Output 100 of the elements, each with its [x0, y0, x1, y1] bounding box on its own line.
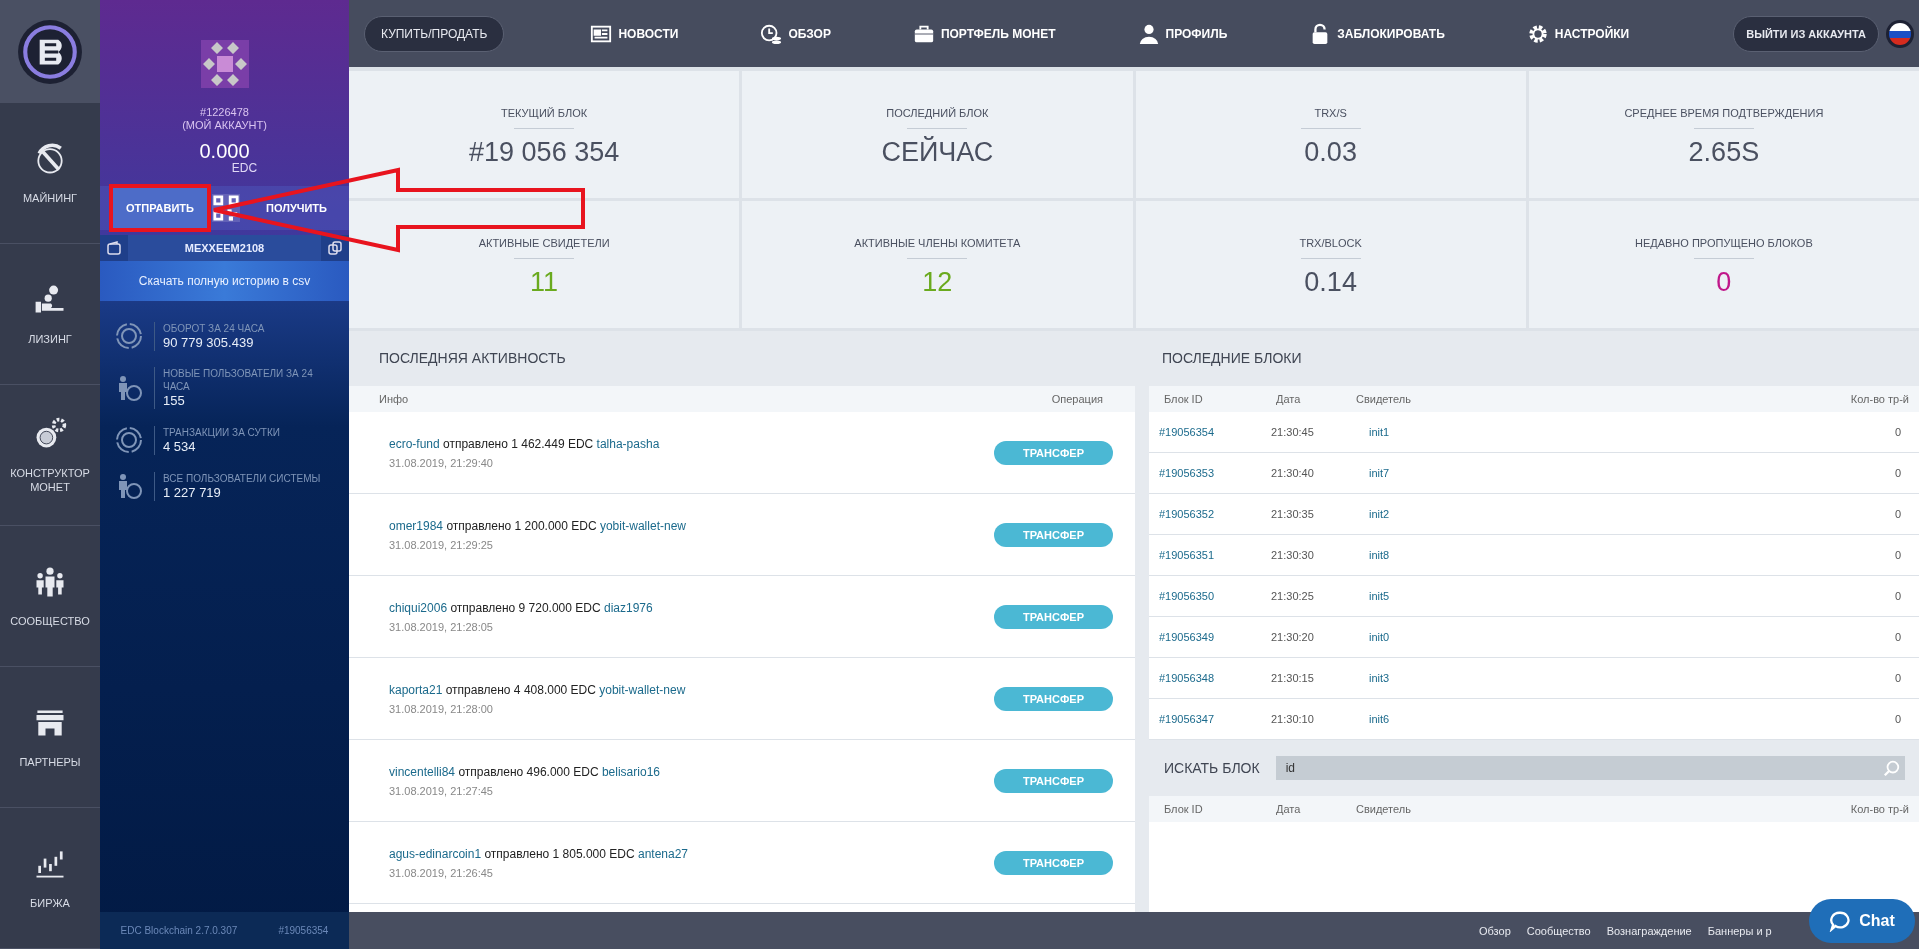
wallet-icon[interactable]: [106, 240, 122, 256]
timestamp: 31.08.2019, 21:28:00: [389, 702, 494, 715]
operation-tag: ТРАНСФЕР: [994, 440, 1113, 465]
operation-tag: ТРАНСФЕР: [994, 522, 1113, 547]
table-cell-text: 21:30:30: [1271, 549, 1315, 561]
account-link[interactable]: omer1984: [389, 518, 444, 533]
panel-title: ПОСЛЕДНЯЯ АКТИВНОСТЬ: [349, 331, 1135, 386]
top-nav-item[interactable]: НОВОСТИ: [590, 22, 679, 45]
coin-cycle-icon: [114, 321, 144, 351]
stat-value: #19 056 354: [469, 137, 620, 168]
stat-label: СРЕДНЕЕ ВРЕМЯ ПОДТВЕРЖДЕНИЯ: [1624, 107, 1824, 119]
footer-link[interactable]: Вознаграждение: [1606, 924, 1692, 937]
footer-link[interactable]: Сообщество: [1526, 924, 1591, 937]
account-link[interactable]: vincentelli84: [389, 764, 456, 779]
transfer-cycle-icon: [114, 425, 144, 455]
column-header: Кол-во тр-й: [1849, 803, 1909, 815]
witness-link[interactable]: init2: [1351, 508, 1781, 520]
stat-value: 155: [163, 393, 186, 409]
account-link[interactable]: chiqui2006: [389, 600, 448, 615]
block-link[interactable]: #19056347: [1159, 713, 1271, 725]
witness-link[interactable]: init1: [1351, 426, 1781, 438]
block-link[interactable]: #19056354: [1159, 426, 1271, 438]
account-link[interactable]: belisario16: [601, 764, 660, 779]
top-nav-item[interactable]: ЗАБЛОКИРОВАТЬ: [1309, 22, 1445, 45]
witness-link[interactable]: init5: [1351, 590, 1781, 602]
table-cell-text: 0: [1893, 590, 1901, 602]
column-header: Блок ID: [1164, 393, 1204, 405]
chat-button[interactable]: Chat: [1809, 899, 1915, 943]
block-number: #19056354: [278, 925, 329, 936]
table-cell-text: 21:30:40: [1271, 467, 1315, 479]
account-link[interactable]: yobit-wallet-new: [599, 682, 686, 697]
table-cell-text: 21:30:25: [1271, 590, 1315, 602]
witness-link[interactable]: init6: [1351, 713, 1781, 725]
table-cell-text: 0: [1893, 713, 1901, 725]
settings-icon: [1526, 22, 1549, 45]
block-link[interactable]: #19056349: [1159, 631, 1271, 643]
block-link[interactable]: #19056348: [1159, 672, 1271, 684]
version-text: EDC Blockchain 2.7.0.307: [120, 925, 238, 936]
receive-button[interactable]: ПОЛУЧИТЬ: [244, 186, 349, 230]
block-link[interactable]: #19056350: [1159, 590, 1271, 602]
search-field[interactable]: id: [1275, 756, 1905, 780]
top-nav-item[interactable]: ПОРТФЕЛЬ МОНЕТ: [912, 22, 1056, 45]
stat-label: TRX/S: [1314, 107, 1347, 119]
table-cell-text: 0: [1893, 508, 1901, 520]
download-link[interactable]: Скачать полную историю в csv: [100, 261, 349, 301]
witness-link[interactable]: init0: [1351, 631, 1781, 643]
timestamp: 31.08.2019, 21:28:05: [389, 620, 494, 633]
stat-value: 90 779 305.439: [163, 334, 255, 351]
footer-link[interactable]: Баннеры и р: [1707, 924, 1772, 937]
stat-label: TRX/BLOCK: [1299, 237, 1362, 249]
search-title: ИСКАТЬ БЛОК: [1164, 760, 1260, 776]
account-link[interactable]: ecro-fund: [389, 436, 440, 451]
top-nav-item[interactable]: НАСТРОЙКИ: [1526, 22, 1630, 45]
stat-value: 0.14: [1304, 267, 1357, 298]
account-link[interactable]: kaporta21: [389, 682, 443, 697]
top-nav-item[interactable]: ОБЗОР: [760, 22, 831, 45]
stat-value: 2.65S: [1688, 137, 1760, 168]
balance: 0.000: [199, 140, 250, 162]
table-cell-text: 0: [1893, 631, 1901, 643]
account-link[interactable]: agus-edinarcoin1: [389, 846, 482, 861]
stat-value: 12: [922, 267, 953, 298]
logout-button[interactable]: ВЫЙТИ ИЗ АККАУНТА: [1733, 15, 1879, 52]
stat-value: 0.03: [1304, 137, 1357, 168]
logo-icon[interactable]: [17, 18, 83, 85]
avatar-icon: [200, 40, 249, 88]
table-cell-text: 0: [1893, 672, 1901, 684]
table-cell-text: 21:30:15: [1271, 672, 1315, 684]
stat-label: АКТИВНЫЕ СВИДЕТЕЛИ: [478, 237, 610, 249]
buy-sell-button[interactable]: КУПИТЬ/ПРОДАТЬ: [364, 15, 505, 52]
operation-tag: ТРАНСФЕР: [994, 850, 1113, 875]
operation-tag: ТРАНСФЕР: [994, 604, 1113, 629]
account-link[interactable]: diaz1976: [603, 600, 653, 615]
speech-bubble-icon: [1829, 910, 1852, 932]
top-nav-item[interactable]: ПРОФИЛЬ: [1137, 22, 1228, 45]
account-link[interactable]: talha-pasha: [596, 436, 660, 451]
column-header: Дата: [1276, 393, 1302, 405]
witness-link[interactable]: init7: [1351, 467, 1781, 479]
stat-label: НОВЫЕ ПОЛЬЗОВАТЕЛИ ЗА 24 ЧАСА: [163, 367, 314, 393]
flag-icon[interactable]: [1885, 18, 1915, 49]
transfer-text: vincentelli84 отправлено 496.000 EDC belisario16: [389, 764, 660, 779]
block-link[interactable]: #19056351: [1159, 549, 1271, 561]
account-name: MEXXEEM2108: [128, 235, 321, 261]
column-header: Свидетель: [1356, 803, 1412, 815]
table-cell-text: 0: [1893, 467, 1901, 479]
footer-link[interactable]: Обзор: [1479, 924, 1511, 937]
qr-code-icon[interactable]: [212, 194, 240, 222]
stat-value: 1 227 719: [163, 484, 222, 501]
witness-link[interactable]: init3: [1351, 672, 1781, 684]
column-header: Кол-во тр-й: [1849, 393, 1909, 405]
stat-label: АКТИВНЫЕ ЧЛЕНЫ КОМИТЕТА: [854, 237, 1021, 249]
account-link[interactable]: antena27: [637, 846, 688, 861]
stat-label: ВСЕ ПОЛЬЗОВАТЕЛИ СИСТЕМЫ: [163, 471, 322, 485]
witness-link[interactable]: init8: [1351, 549, 1781, 561]
block-link[interactable]: #19056352: [1159, 508, 1271, 520]
block-link[interactable]: #19056353: [1159, 467, 1271, 479]
operation-tag: ТРАНСФЕР: [994, 686, 1113, 711]
account-link[interactable]: yobit-wallet-new: [599, 518, 686, 533]
copy-icon[interactable]: [327, 240, 343, 256]
clock-coins-icon: [760, 22, 783, 45]
stat-value: 11: [530, 267, 559, 298]
